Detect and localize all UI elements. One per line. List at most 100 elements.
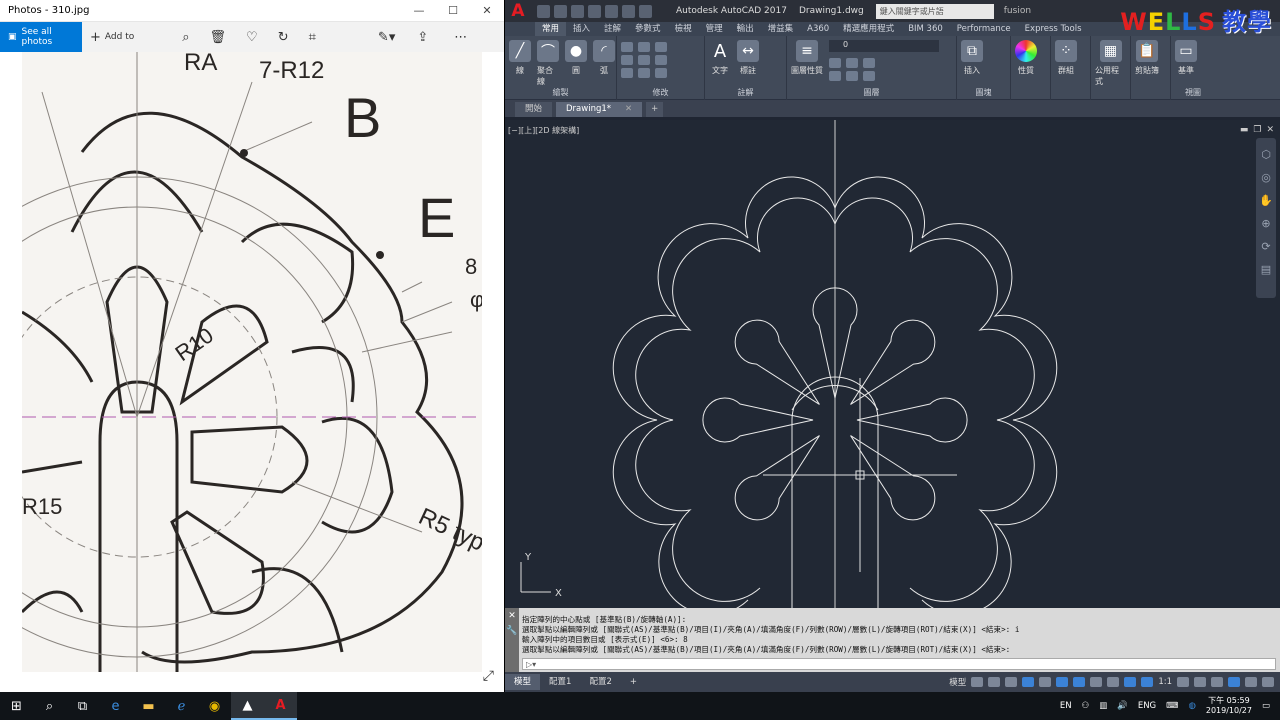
grid-icon[interactable] [971,677,984,687]
chrome-icon[interactable]: ◉ [198,692,231,720]
polyline-button[interactable]: ⌒ 聚合線 [537,40,559,87]
photos-taskbar-icon[interactable]: ▲ [231,692,264,720]
tab-a360[interactable]: A360 [800,22,836,36]
save-icon[interactable] [571,4,584,18]
tab-layout2[interactable]: 配置2 [580,674,620,690]
tab-output[interactable]: 輸出 [730,22,761,36]
undo-icon[interactable] [622,4,635,18]
tab-performance[interactable]: Performance [950,22,1018,36]
panel-title-layers[interactable]: 圖層 [787,87,956,98]
panel-title-view[interactable]: 視圖 [1171,87,1215,98]
snap-icon[interactable] [988,677,1001,687]
clean-screen-icon[interactable] [1245,677,1257,687]
edge-icon[interactable]: e [99,692,132,720]
tab-drawing1[interactable]: Drawing1* ✕ [556,102,643,117]
plus-icon[interactable] [1194,677,1206,687]
zoom-icon[interactable]: ⌕ [182,30,189,45]
panel-title-modify[interactable]: 修改 [617,87,704,98]
auto-scale-icon[interactable] [1141,677,1154,687]
lineweight-icon[interactable] [1090,677,1103,687]
input-method-icon[interactable]: ⌨ [1166,701,1178,711]
match-properties-button[interactable]: 性質 [1015,40,1037,76]
customize-status-icon[interactable] [1262,677,1274,687]
showmotion-icon[interactable]: ▤ [1261,263,1271,276]
viewcube-icon[interactable]: ⬡ [1261,148,1271,161]
redo-icon[interactable] [639,4,652,18]
annotation-scale[interactable]: 1:1 [1158,677,1172,687]
edit-icon[interactable]: ✎▾ [378,30,395,45]
add-to-button[interactable]: + Add to [90,30,134,45]
minimize-icon[interactable]: — [402,4,436,17]
print-icon[interactable] [605,4,618,18]
tab-home[interactable]: 常用 [535,22,567,36]
autocad-taskbar-icon[interactable]: A [264,692,297,720]
tab-layout1[interactable]: 配置1 [540,674,580,690]
arc-button[interactable]: ◜ 弧 [593,40,615,76]
clipboard-button[interactable]: 📋 剪貼簿 [1135,40,1159,76]
tab-annotate[interactable]: 註解 [597,22,628,36]
layer-properties-button[interactable]: ≡ 圖層性質 [791,40,823,76]
dimension-button[interactable]: ↔ 標註 [737,40,759,76]
workspace-icon[interactable] [1177,677,1189,687]
new-layout-button[interactable]: + [621,674,646,690]
drawing-viewport[interactable]: [−][上][2D 線架構] ▬ ❐ ✕ ⬡ ◎ ✋ ⊕ ⟳ ▤ Y X [505,120,1280,608]
language-indicator[interactable]: ENG [1138,701,1156,711]
close-icon[interactable]: ✕ [470,4,504,17]
layer-dropdown[interactable]: 0 [829,40,939,52]
model-space-toggle[interactable]: 模型 [949,676,966,688]
tab-manage[interactable]: 管理 [699,22,730,36]
line-button[interactable]: ╱ 線 [509,40,531,76]
tab-addins[interactable]: 增益集 [761,22,801,36]
tab-parametric[interactable]: 參數式 [628,22,668,36]
isolate-icon[interactable] [1211,677,1223,687]
annotation-visibility-icon[interactable] [1124,677,1137,687]
command-line-handle[interactable]: ✕ 🔧 [505,608,519,672]
search-icon[interactable]: ⌕ [33,692,66,720]
osnap-icon[interactable] [1073,677,1086,687]
file-explorer-icon[interactable]: ▬ [132,692,165,720]
delete-icon[interactable]: 🗑 [210,30,227,45]
globe-icon[interactable]: ◍ [1188,701,1195,711]
zoom-extents-icon[interactable]: ⊕ [1261,217,1270,230]
polar-icon[interactable] [1022,677,1035,687]
ie-icon[interactable]: ℯ [165,692,198,720]
panel-title-draw[interactable]: 繪製 [505,87,616,98]
tab-start[interactable]: 開始 [515,102,553,117]
orbit-icon[interactable]: ⟳ [1261,240,1270,253]
osnap-tracking-icon[interactable] [1056,677,1069,687]
insert-button[interactable]: ⧉ 插入 [961,40,983,76]
expand-icon[interactable]: ⤢ [483,668,494,684]
saveas-icon[interactable] [588,4,601,18]
group-button[interactable]: ⁘ 群組 [1055,40,1077,76]
notifications-icon[interactable]: ▭ [1262,701,1270,711]
tab-bim360[interactable]: BIM 360 [901,22,950,36]
utilities-button[interactable]: ▦ 公用程式 [1095,40,1126,87]
autocad-logo-icon[interactable]: A [505,0,531,22]
layer-tools[interactable] [829,58,939,81]
clock[interactable]: 下午 05:59 2019/10/27 [1206,696,1252,716]
tab-view[interactable]: 檢視 [668,22,699,36]
network-icon[interactable]: ▥ [1099,701,1107,711]
ime-indicator[interactable]: EN [1060,701,1072,711]
panel-title-annotation[interactable]: 註解 [705,87,786,98]
steering-wheel-icon[interactable]: ◎ [1261,171,1271,184]
pan-icon[interactable]: ✋ [1259,194,1273,207]
isodraft-icon[interactable] [1039,677,1052,687]
hardware-acceleration-icon[interactable] [1228,677,1240,687]
rotate-icon[interactable]: ↻ [278,30,289,45]
text-button[interactable]: A 文字 [709,40,731,76]
circle-button[interactable]: ● 圓 [565,40,587,76]
transparency-icon[interactable] [1107,677,1120,687]
volume-icon[interactable]: 🔊 [1117,701,1128,711]
search-input[interactable]: 鍵入關鍵字或片語 [875,3,994,19]
open-icon[interactable] [554,4,567,18]
user-name[interactable]: fusion [1004,6,1031,16]
maximize-icon[interactable]: ☐ [436,4,470,17]
favorite-icon[interactable]: ♡ [246,30,258,45]
tab-insert[interactable]: 插入 [566,22,597,36]
new-icon[interactable] [537,4,550,18]
share-icon[interactable]: ⇪ [417,30,428,45]
tab-model[interactable]: 模型 [505,674,541,690]
task-view-icon[interactable]: ⧉ [66,692,99,720]
ortho-icon[interactable] [1005,677,1018,687]
